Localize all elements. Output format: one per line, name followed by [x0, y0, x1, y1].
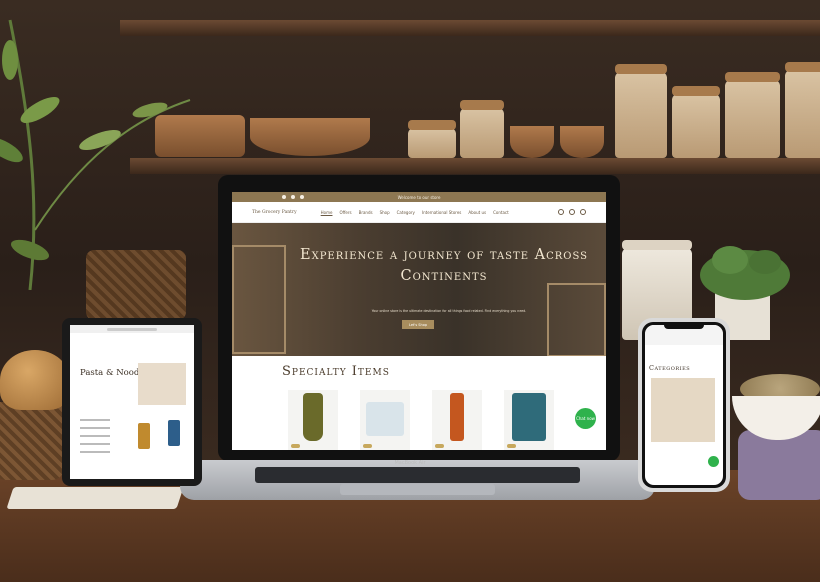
bread-basket [0, 402, 64, 480]
jar [785, 62, 820, 158]
product-thumb[interactable] [168, 420, 180, 446]
phone-notch [664, 324, 704, 329]
nav-brands[interactable]: Brands [359, 210, 373, 215]
upper-shelf [120, 20, 820, 36]
section-title: Specialty Items [282, 364, 390, 379]
announcement-bar: Welcome to our store [232, 192, 606, 202]
chat-button[interactable]: Chat now [575, 408, 596, 429]
social-icons [282, 195, 304, 199]
jar [408, 120, 456, 158]
nav-home[interactable]: Home [321, 210, 333, 215]
hero-subtext: Your online store is the ultimate destin… [371, 309, 527, 313]
announcement-text: Welcome to our store [397, 194, 441, 200]
pot [510, 126, 554, 158]
product-card[interactable] [360, 390, 410, 450]
korma-curry-product-image [512, 393, 546, 441]
category-image [138, 363, 186, 405]
lower-shelf [130, 158, 820, 174]
chat-icon[interactable] [708, 456, 719, 467]
sale-badge [507, 444, 516, 448]
facebook-icon[interactable] [282, 195, 286, 199]
phone-section-title: Categories [649, 364, 691, 372]
laptop-screen: Welcome to our store The Grocery Pantry … [232, 192, 606, 450]
laptop-brand: MacBook Air [394, 460, 426, 466]
linen-cloth [738, 430, 820, 500]
jar-product-image [303, 393, 323, 441]
category-image[interactable] [651, 378, 715, 442]
bowl [250, 118, 370, 156]
search-icon[interactable] [558, 209, 564, 215]
cart-icon[interactable] [580, 209, 586, 215]
pot [560, 126, 604, 158]
sale-badge [363, 444, 372, 448]
main-nav: Home Offers Brands Shop Category Interna… [321, 210, 548, 215]
hero-banner: Experience a journey of taste Across Con… [232, 223, 606, 356]
nav-shop[interactable]: Shop [380, 210, 390, 215]
header-icons [558, 209, 586, 215]
filter-list[interactable] [80, 419, 110, 459]
instagram-icon[interactable] [291, 195, 295, 199]
woven-basket [86, 250, 186, 320]
site-header: The Grocery Pantry Home Offers Brands Sh… [232, 202, 606, 223]
sauce-product-image [450, 393, 464, 441]
product-card[interactable] [504, 390, 554, 450]
jar [672, 86, 720, 158]
product-card[interactable] [432, 390, 482, 450]
shop-button[interactable]: Let's Shop [402, 320, 434, 329]
tablet-screen: Pasta & Noodles [70, 325, 194, 479]
sale-badge [291, 444, 300, 448]
plant-decoration [0, 19, 191, 290]
jar [460, 100, 504, 158]
nav-international-stores[interactable]: International Stores [422, 210, 461, 215]
hero-shelf-image [232, 245, 286, 354]
site-logo[interactable]: The Grocery Pantry [252, 210, 297, 215]
jar [615, 64, 667, 158]
box-product-image [366, 402, 404, 436]
nav-contact[interactable]: Contact [493, 210, 509, 215]
trackpad [340, 484, 495, 495]
account-icon[interactable] [569, 209, 575, 215]
sale-badge [435, 444, 444, 448]
product-card[interactable] [288, 390, 338, 450]
hero-shelf-image [547, 283, 606, 356]
product-thumb[interactable] [138, 423, 150, 449]
browser-url-bar[interactable] [70, 325, 194, 333]
nav-category[interactable]: Category [397, 210, 415, 215]
jar [725, 72, 780, 158]
keyboard [255, 467, 580, 483]
bread-loaf [0, 350, 70, 410]
nav-about[interactable]: About us [468, 210, 486, 215]
tiktok-icon[interactable] [300, 195, 304, 199]
hero-heading: Experience a journey of taste Across Con… [300, 247, 588, 284]
nav-offers[interactable]: Offers [339, 210, 351, 215]
product-row [288, 390, 554, 450]
specialty-section: Specialty Items Chat now [232, 356, 606, 450]
napkin [6, 487, 184, 509]
